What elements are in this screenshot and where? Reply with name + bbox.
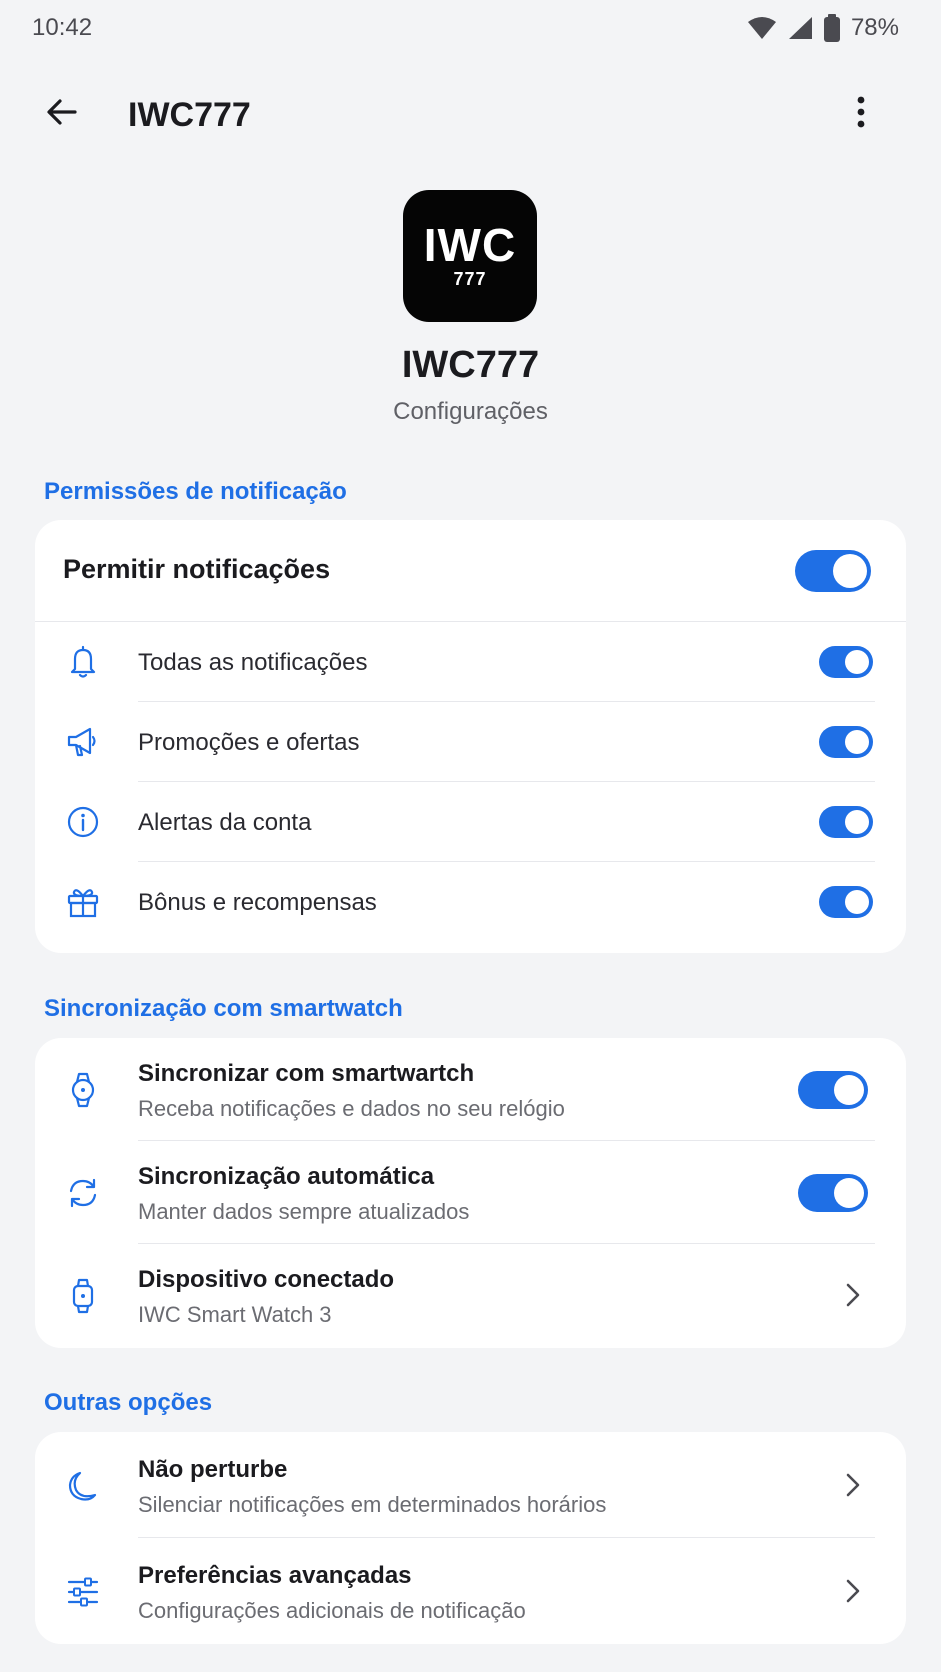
notification-row-all[interactable]: Todas as notificações <box>35 622 906 702</box>
page-title: IWC777 <box>128 96 251 134</box>
arrow-left-icon <box>45 95 79 134</box>
megaphone-icon <box>63 722 103 762</box>
row-title: Sincronizar com smartwartch <box>138 1060 475 1087</box>
auto-sync-toggle[interactable] <box>798 1174 868 1212</box>
account-alerts-toggle[interactable] <box>819 806 873 838</box>
more-options-button[interactable] <box>839 92 883 136</box>
auto-sync-row[interactable]: Sincronização automática Manter dados se… <box>35 1141 906 1244</box>
sliders-icon <box>63 1572 103 1612</box>
status-bar: 10:42 78% <box>0 0 941 56</box>
info-icon <box>63 802 103 842</box>
row-subtitle: IWC Smart Watch 3 <box>138 1302 332 1327</box>
section-title-other: Outras opções <box>44 1389 213 1416</box>
chevron-right-icon[interactable] <box>838 1470 868 1500</box>
row-subtitle: Receba notificações e dados no seu relóg… <box>138 1096 565 1121</box>
smartwatch-sync-toggle[interactable] <box>798 1071 868 1109</box>
bonus-rewards-toggle[interactable] <box>819 886 873 918</box>
app-subtitle: Configurações <box>393 398 548 425</box>
logo-subtext: 777 <box>453 269 487 289</box>
row-subtitle: Configurações adicionais de notificação <box>138 1598 526 1623</box>
row-subtitle: Silenciar notificações em determinados h… <box>138 1492 607 1517</box>
toggle-knob <box>845 730 869 754</box>
other-options-card: Não perturbe Silenciar notificações em d… <box>35 1432 906 1644</box>
chevron-right-icon[interactable] <box>838 1280 868 1310</box>
notifications-card: Permitir notificações Todas as notificaç… <box>35 520 906 953</box>
gift-icon <box>63 882 103 922</box>
watch-icon <box>63 1070 103 1110</box>
app-name: IWC777 <box>401 344 540 386</box>
allow-notifications-toggle[interactable] <box>795 550 871 592</box>
advanced-preferences-row[interactable]: Preferências avançadas Configurações adi… <box>35 1538 906 1644</box>
top-app-bar: IWC777 <box>0 80 941 148</box>
more-vertical-icon <box>856 96 866 133</box>
bell-icon <box>63 642 103 682</box>
row-title: Sincronização automática <box>138 1163 435 1190</box>
notification-row-bonus[interactable]: Bônus e recompensas <box>35 862 906 942</box>
row-title: Dispositivo conectado <box>138 1266 395 1293</box>
smartwatch-icon <box>63 1276 103 1316</box>
battery-level: 78% <box>850 14 899 41</box>
moon-icon <box>63 1466 103 1506</box>
smartwatch-card: Sincronizar com smartwartch Receba notif… <box>35 1038 906 1348</box>
toggle-knob <box>845 810 869 834</box>
settings-screen: 10:42 78% IWC777 IWC 777 IWC777 Configur… <box>0 0 941 1672</box>
connected-device-row[interactable]: Dispositivo conectado IWC Smart Watch 3 <box>35 1244 906 1347</box>
allow-notifications-row[interactable]: Permitir notificações <box>35 520 906 622</box>
signal-icon <box>787 16 813 40</box>
section-title-notifications: Permissões de notificação <box>44 478 347 505</box>
toggle-knob <box>845 890 869 914</box>
row-subtitle: Manter dados sempre atualizados <box>138 1199 470 1224</box>
notification-row-account-alerts[interactable]: Alertas da conta <box>35 782 906 862</box>
toggle-knob <box>833 554 867 588</box>
toggle-knob <box>834 1075 864 1105</box>
promotions-toggle[interactable] <box>819 726 873 758</box>
notification-label: Todas as notificações <box>138 649 368 676</box>
allow-notifications-label: Permitir notificações <box>63 554 331 584</box>
row-title: Não perturbe <box>138 1456 288 1483</box>
all-notifications-toggle[interactable] <box>819 646 873 678</box>
battery-icon <box>823 14 841 42</box>
back-button[interactable] <box>40 92 84 136</box>
row-title: Preferências avançadas <box>138 1562 412 1589</box>
smartwatch-sync-row[interactable]: Sincronizar com smartwartch Receba notif… <box>35 1038 906 1141</box>
toggle-knob <box>845 650 869 674</box>
notification-label: Alertas da conta <box>138 809 312 836</box>
notification-label: Bônus e recompensas <box>138 889 377 916</box>
status-icons: 78% <box>747 14 899 42</box>
section-title-smartwatch: Sincronização com smartwatch <box>44 995 403 1022</box>
toggle-knob <box>834 1178 864 1208</box>
notification-label: Promoções e ofertas <box>138 729 360 756</box>
notification-row-promotions[interactable]: Promoções e ofertas <box>35 702 906 782</box>
logo-text: IWC <box>423 219 517 271</box>
app-logo: IWC 777 <box>403 190 537 322</box>
chevron-right-icon[interactable] <box>838 1576 868 1606</box>
wifi-icon <box>747 16 777 40</box>
sync-icon <box>63 1173 103 1213</box>
do-not-disturb-row[interactable]: Não perturbe Silenciar notificações em d… <box>35 1432 906 1538</box>
status-time: 10:42 <box>32 14 93 41</box>
